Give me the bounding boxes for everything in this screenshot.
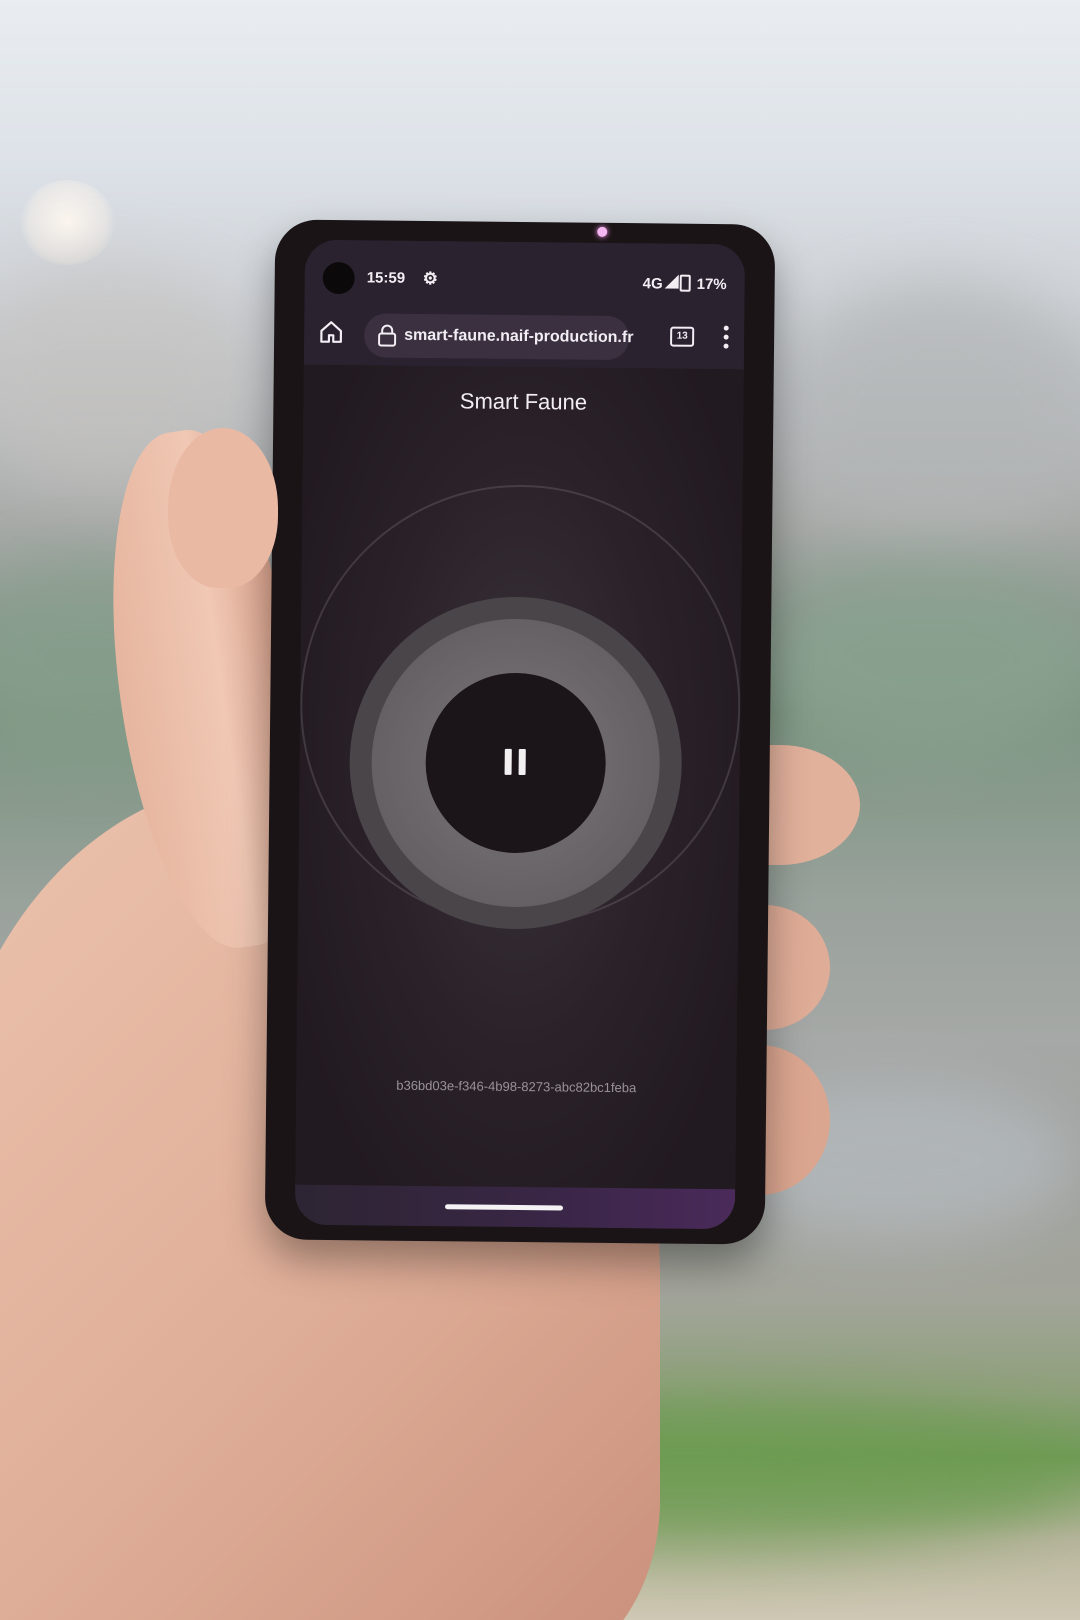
battery-icon	[679, 274, 691, 292]
url-text: smart-faune.naif-production.fr	[404, 326, 634, 347]
address-bar[interactable]: smart-faune.naif-production.fr	[363, 313, 634, 361]
phone-screen: 15:59 ⚙ 4G 17% smart-faune.naif-producti…	[294, 239, 746, 1230]
front-sensor	[597, 226, 608, 237]
camera-hole	[322, 261, 355, 295]
app-title: Smart Faune	[459, 388, 588, 415]
home-icon[interactable]	[318, 319, 344, 345]
gesture-nav-bar	[294, 1184, 736, 1230]
signal-icon	[664, 274, 679, 289]
hand-thumb-tip	[168, 428, 278, 588]
kebab-menu-icon[interactable]	[720, 323, 732, 351]
background-blur	[760, 560, 1080, 760]
device-id: b36bd03e-f346-4b98-8273-abc82bc1feba	[396, 1077, 637, 1096]
status-time: 15:59	[366, 269, 406, 287]
status-bar: 15:59 ⚙ 4G 17%	[304, 239, 746, 310]
photo-scene: 15:59 ⚙ 4G 17% smart-faune.naif-producti…	[0, 0, 1080, 1620]
pause-icon	[518, 748, 526, 776]
network-type: 4G	[642, 275, 663, 293]
background-blur	[780, 280, 1080, 540]
battery-level: 17%	[696, 275, 727, 294]
pause-icon	[504, 748, 512, 775]
home-indicator[interactable]	[444, 1204, 564, 1211]
smartphone: 15:59 ⚙ 4G 17% smart-faune.naif-producti…	[264, 219, 776, 1245]
app-content: Smart Faune b36bd03e-f346-4b98-8273-abc8…	[294, 364, 744, 1230]
sun-glare	[20, 180, 115, 265]
browser-toolbar: smart-faune.naif-production.fr 13	[303, 304, 745, 370]
lock-icon	[378, 324, 397, 347]
tab-switcher-button[interactable]: 13	[670, 326, 695, 347]
gear-icon: ⚙	[422, 268, 439, 289]
